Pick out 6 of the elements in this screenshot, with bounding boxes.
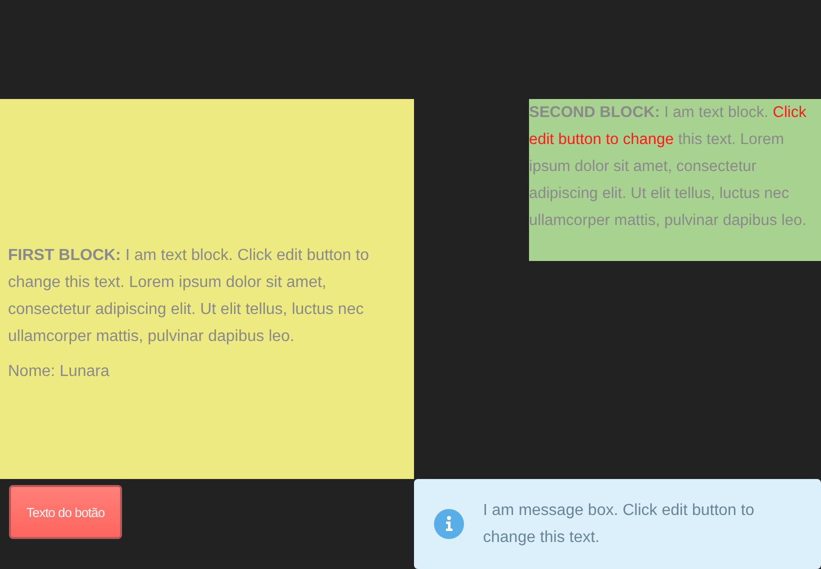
block-paragraph: SECOND BLOCK: I am text block. Click edit button to change this text. Lorem ipsum dolor sit amet, consectetur adipiscing elit. Ut elit tellus, luctus nec ullamcorper mattis, pulvinar dapibus leo. [529, 103, 808, 231]
name-text: Nome: Lunara [8, 362, 110, 382]
block-paragraph: FIRST BLOCK: I am text block. Click edit button to change this text. Lorem ipsum dolor sit amet, consectetur adipiscing elit. Ut elit tellus, luctus nec ullamcorper mattis, pulvinar dapibus leo. [8, 246, 370, 346]
info-icon [434, 509, 464, 539]
message-text: I am message box. Click edit button to change this text. [483, 501, 756, 548]
action-button[interactable]: Texto do botão [9, 485, 122, 539]
